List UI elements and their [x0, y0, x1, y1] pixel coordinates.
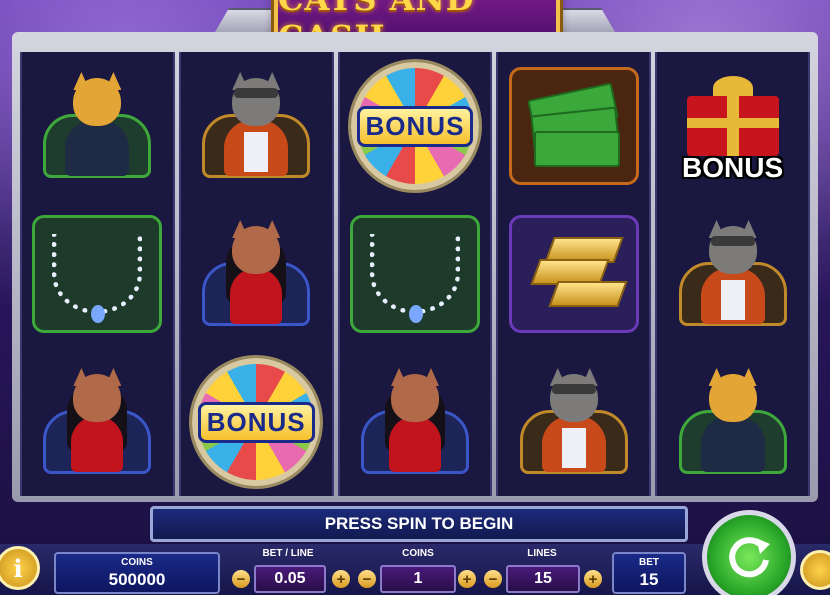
- symbol-cat-lady: [181, 200, 332, 348]
- coin-size-label: COINS: [402, 548, 434, 559]
- info-icon: i: [13, 553, 23, 583]
- lines-plus-button[interactable]: +: [584, 570, 602, 588]
- lines-label: LINES: [527, 548, 557, 559]
- coins-balance: COINS 500000: [54, 552, 220, 594]
- symbol-bonus-wheel: BONUS: [181, 348, 332, 496]
- necklace-icon: [52, 234, 143, 323]
- symbol-cat-grey: [657, 200, 808, 348]
- reel-4: [496, 52, 652, 496]
- bet-line-label: BET / LINE: [262, 548, 314, 559]
- symbol-bonus-wheel: BONUS: [340, 52, 491, 200]
- reel-5: BONUS: [655, 52, 810, 496]
- wheel-icon: BONUS: [350, 62, 479, 190]
- total-bet: BET 15: [612, 552, 686, 594]
- reels-grid: BONUS BONUS BONUS: [20, 52, 810, 496]
- coins-balance-label: COINS: [121, 557, 153, 568]
- spin-button[interactable]: [702, 510, 796, 595]
- bonus-wheel-label: BONUS: [197, 401, 315, 443]
- symbol-cat-lady: [340, 348, 491, 496]
- lines-value: 15: [506, 565, 580, 593]
- symbol-necklace: [22, 200, 173, 348]
- symbol-gold-bars: [498, 200, 649, 348]
- bonus-wheel-label: BONUS: [356, 105, 474, 147]
- necklace-icon: [369, 234, 460, 323]
- bet-line-minus-button[interactable]: −: [232, 570, 250, 588]
- bonus-gift-label: BONUS: [682, 152, 784, 183]
- symbol-necklace: [340, 200, 491, 348]
- message-bar: PRESS SPIN TO BEGIN: [150, 506, 688, 542]
- cash-icon: [524, 81, 624, 171]
- total-bet-label: BET: [639, 557, 659, 568]
- symbol-cat-grey: [498, 348, 649, 496]
- symbol-cat-tiger: [22, 52, 173, 200]
- spin-icon: [729, 537, 770, 578]
- coin-size-value: 1: [380, 565, 456, 593]
- bet-line-plus-button[interactable]: +: [332, 570, 350, 588]
- gold-bars-icon: [519, 229, 629, 319]
- message-text: PRESS SPIN TO BEGIN: [324, 514, 514, 533]
- symbol-cash-stack: [498, 52, 649, 200]
- symbol-bonus-gift: BONUS: [657, 52, 808, 200]
- coin-size-plus-button[interactable]: +: [458, 570, 476, 588]
- reel-1: [20, 52, 175, 496]
- symbol-cat-tiger: [657, 348, 808, 496]
- reel-2: BONUS: [178, 52, 334, 496]
- coin-size-minus-button[interactable]: −: [358, 570, 376, 588]
- bet-line-value: 0.05: [254, 565, 326, 593]
- reel-3: BONUS: [337, 52, 493, 496]
- gift-icon: BONUS: [673, 66, 793, 186]
- wheel-icon: BONUS: [192, 358, 321, 486]
- coins-balance-value: 500000: [108, 570, 166, 589]
- symbol-cat-grey: [181, 52, 332, 200]
- total-bet-value: 15: [639, 570, 659, 589]
- lines-minus-button[interactable]: −: [484, 570, 502, 588]
- symbol-cat-lady: [22, 348, 173, 496]
